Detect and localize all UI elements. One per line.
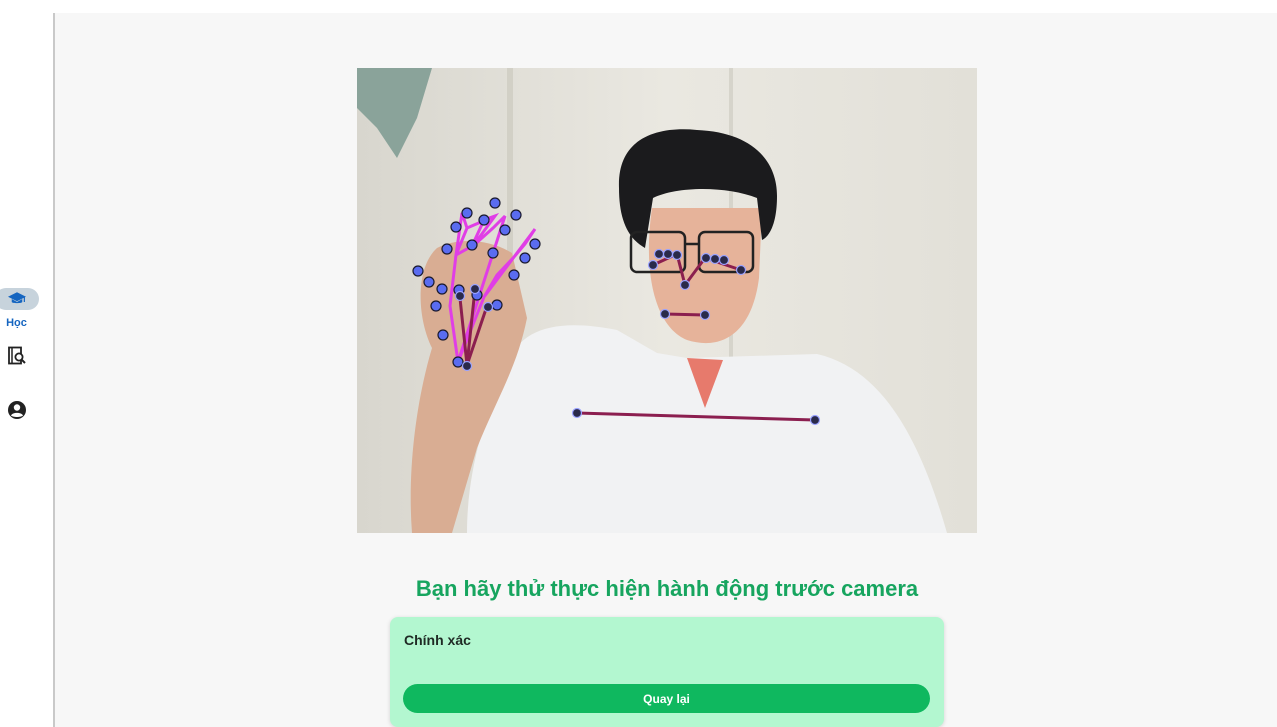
sidebar-item-learn[interactable]: Học [0,288,53,329]
account-circle-icon [7,401,26,419]
back-button[interactable]: Quay lại [403,684,930,713]
camera-frame [357,68,977,533]
sidebar-item-dictionary[interactable] [0,346,53,371]
camera-feed [357,68,977,533]
result-status: Chính xác [404,632,471,648]
sidebar-item-profile[interactable] [0,400,53,425]
active-indicator [0,288,39,310]
instruction-text: Bạn hãy thử thực hiện hành động trước ca… [415,576,919,601]
sidebar-item-label: Học [6,317,27,329]
top-strip [0,0,1277,13]
dictionary-search-icon [7,346,26,365]
result-card: Chính xác Quay lại [390,617,944,727]
sidebar-nav: Học [0,13,55,727]
graduation-cap-icon [7,292,26,304]
